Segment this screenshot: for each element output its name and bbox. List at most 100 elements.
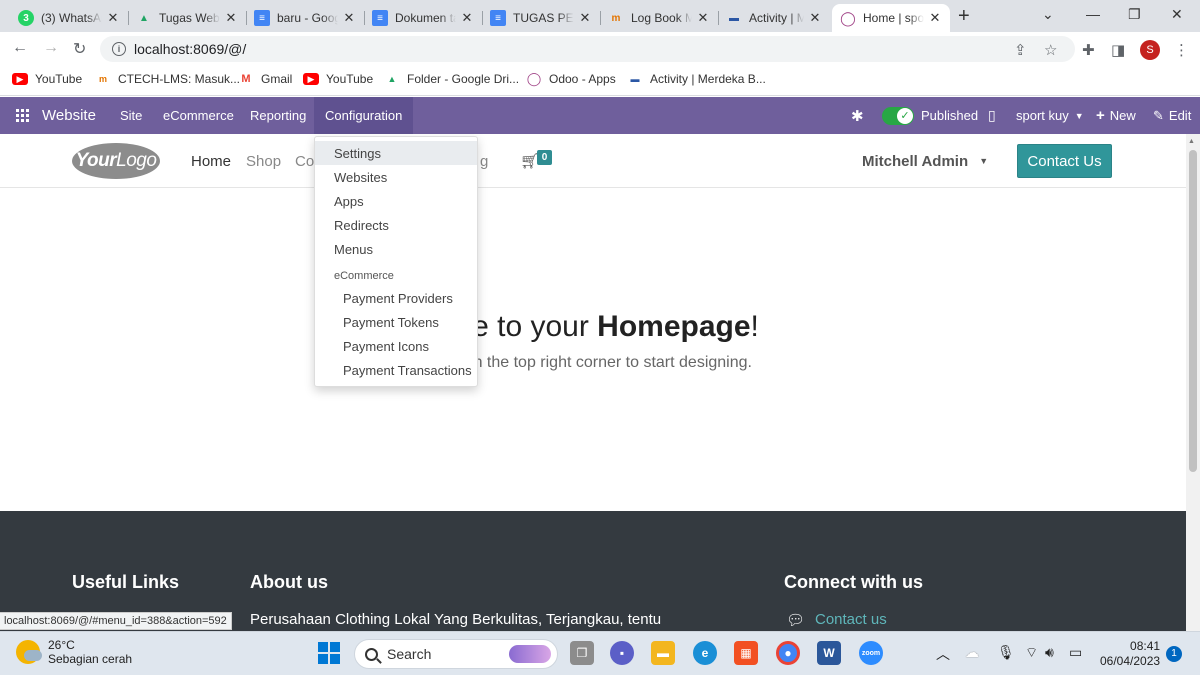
dropdown-item-payment-transactions[interactable]: Payment Transactions	[315, 358, 477, 382]
tab-activity[interactable]: ▬ Activity | Merdeka ✕	[718, 4, 830, 32]
menu-reporting[interactable]: Reporting	[250, 97, 306, 134]
extensions-icon[interactable]: ✚	[1082, 41, 1095, 59]
window-close-icon[interactable]: ✕	[1171, 6, 1183, 23]
tab-dokumen[interactable]: ≡ Dokumen tanpa judul ✕	[364, 4, 482, 32]
tab-search-chevron-icon[interactable]: ⌄	[1042, 6, 1054, 23]
dropdown-item-payment-icons[interactable]: Payment Icons	[315, 334, 477, 358]
url-input[interactable]: i localhost:8069/@/	[100, 36, 1075, 62]
contact-us-button[interactable]: Contact Us	[1017, 144, 1112, 178]
reload-icon[interactable]: ↻	[73, 39, 86, 59]
site-info-icon[interactable]: i	[112, 42, 126, 56]
app-name-website[interactable]: Website	[42, 97, 96, 134]
site-nav-home[interactable]: Home	[191, 153, 231, 170]
dropdown-item-websites[interactable]: Websites	[315, 165, 477, 189]
task-view-icon[interactable]: ❐	[570, 641, 594, 665]
forward-arrow-icon[interactable]: →	[43, 39, 59, 57]
notification-badge[interactable]: 1	[1166, 646, 1182, 662]
site-logo[interactable]: Your Logo	[72, 143, 160, 179]
close-icon[interactable]: ✕	[696, 10, 710, 26]
teams-chat-icon[interactable]: ▪	[610, 641, 634, 665]
new-tab-button[interactable]: +	[958, 5, 970, 28]
bookmark-activity[interactable]: ▬ Activity | Merdeka B...	[627, 72, 766, 86]
close-icon[interactable]: ✕	[224, 10, 238, 26]
apps-menu-button[interactable]	[16, 97, 29, 134]
scrollbar-thumb[interactable]	[1189, 150, 1197, 472]
close-icon[interactable]: ✕	[106, 10, 120, 26]
close-icon[interactable]: ✕	[460, 10, 474, 26]
footer-contact-link[interactable]: Contact us	[815, 611, 887, 628]
tab-baru-docs[interactable]: ≡ baru - Google Docs ✕	[246, 4, 364, 32]
tab-tugas-pendahuluan[interactable]: ≡ TUGAS PENDAHULUAN ✕	[482, 4, 600, 32]
browser-menu-icon[interactable]: ⋮	[1174, 41, 1189, 59]
menu-site[interactable]: Site	[120, 97, 142, 134]
site-nav-partial[interactable]: g	[480, 153, 488, 170]
merdeka-icon: ▬	[630, 74, 640, 84]
minimize-icon[interactable]: —	[1086, 6, 1100, 22]
word-icon[interactable]: W	[817, 641, 841, 665]
mobile-preview-icon[interactable]: ▯	[988, 97, 996, 134]
close-icon[interactable]: ✕	[928, 10, 942, 26]
dropdown-item-redirects[interactable]: Redirects	[315, 213, 477, 237]
share-icon[interactable]: ⇪	[1014, 41, 1027, 59]
tab-log-book[interactable]: m Log Book Magang ✕	[600, 4, 718, 32]
zoom-icon[interactable]: zoom	[859, 641, 883, 665]
footer-about-heading: About us	[250, 572, 328, 592]
tab-whatsapp[interactable]: 3 (3) WhatsApp ✕	[10, 4, 128, 32]
bookmark-ctech-lms[interactable]: m CTECH-LMS: Masuk...	[95, 72, 240, 86]
user-menu[interactable]: Mitchell Admin ▼	[862, 153, 988, 170]
edit-button[interactable]: ✎ Edit	[1153, 97, 1191, 134]
website-switcher[interactable]: sport kuy ▼	[1016, 97, 1084, 134]
bookmark-youtube-2[interactable]: ▶ YouTube	[303, 72, 373, 86]
close-icon[interactable]: ✕	[342, 10, 356, 26]
bookmark-gmail[interactable]: M Gmail	[238, 72, 292, 86]
show-hidden-icons-chevron[interactable]: ︿	[936, 644, 950, 664]
weather-widget[interactable]: 26°C Sebagian cerah	[16, 638, 132, 666]
chrome-icon[interactable]: ●	[776, 641, 800, 665]
profile-avatar[interactable]: S	[1140, 40, 1160, 60]
dropdown-item-payment-providers[interactable]: Payment Providers	[315, 286, 477, 310]
plus-icon: +	[1096, 107, 1105, 124]
dropdown-item-settings[interactable]: Settings	[315, 141, 477, 165]
battery-icon[interactable]: ▭	[1069, 644, 1082, 661]
system-clock[interactable]: 08:41 06/04/2023	[1100, 639, 1160, 669]
partly-sunny-icon	[16, 640, 42, 664]
edge-browser-icon[interactable]: e	[693, 641, 717, 665]
scroll-up-icon[interactable]: ▲	[1188, 138, 1195, 145]
close-icon[interactable]: ✕	[808, 10, 822, 26]
onedrive-cloud-icon[interactable]: ☁	[965, 644, 979, 661]
page-scrollbar[interactable]: ▲	[1186, 134, 1200, 631]
dropdown-item-payment-tokens[interactable]: Payment Tokens	[315, 310, 477, 334]
menu-configuration[interactable]: Configuration	[314, 97, 414, 134]
volume-icon[interactable]: 🔊︎	[1045, 644, 1054, 661]
dropdown-item-apps[interactable]: Apps	[315, 189, 477, 213]
bookmark-star-icon[interactable]: ☆	[1044, 41, 1057, 59]
site-nav-shop[interactable]: Shop	[246, 153, 281, 170]
file-explorer-icon[interactable]: ▬	[651, 641, 675, 665]
published-toggle[interactable]: Published	[882, 97, 978, 134]
restore-icon[interactable]: ❐	[1128, 6, 1141, 23]
hero-subtitle: lit in the top right corner to start des…	[454, 354, 752, 371]
menu-ecommerce[interactable]: eCommerce	[163, 97, 234, 134]
windows-start-icon[interactable]	[317, 641, 341, 665]
search-highlight-icon	[509, 645, 551, 663]
bookmark-odoo-apps[interactable]: ◯ Odoo - Apps	[526, 71, 616, 86]
taskbar-search-input[interactable]: Search	[354, 639, 558, 669]
back-arrow-icon[interactable]: ←	[12, 39, 28, 57]
side-panel-icon[interactable]: ◨	[1111, 41, 1125, 59]
debug-bug-icon[interactable]: ✱	[851, 97, 864, 134]
microsoft-store-icon[interactable]: ▦	[734, 641, 758, 665]
windows-taskbar: 26°C Sebagian cerah Search ❐ ▪ ▬ e ▦ ● W…	[0, 631, 1200, 675]
new-content-button[interactable]: + New	[1096, 97, 1136, 134]
dropdown-item-menus[interactable]: Menus	[315, 237, 477, 261]
tab-home-sport-kuy[interactable]: ◯ Home | sport kuy ✕	[832, 4, 950, 32]
pencil-icon: ✎	[1153, 107, 1164, 123]
wifi-icon[interactable]: ⌔	[1025, 644, 1038, 662]
footer-about-text: Perusahaan Clothing Lokal Yang Berkulita…	[250, 611, 662, 628]
site-nav-contact-partial[interactable]: Co	[295, 153, 314, 170]
microphone-icon[interactable]: 🎙︎	[997, 644, 1015, 661]
tab-tugas-website[interactable]: ▲ Tugas Website ✕	[128, 4, 246, 32]
bookmark-google-drive[interactable]: ▲ Folder - Google Dri...	[384, 72, 520, 86]
bookmark-youtube[interactable]: ▶ YouTube	[12, 72, 82, 86]
close-icon[interactable]: ✕	[578, 10, 592, 26]
odoo-icon: ◯	[526, 71, 542, 86]
